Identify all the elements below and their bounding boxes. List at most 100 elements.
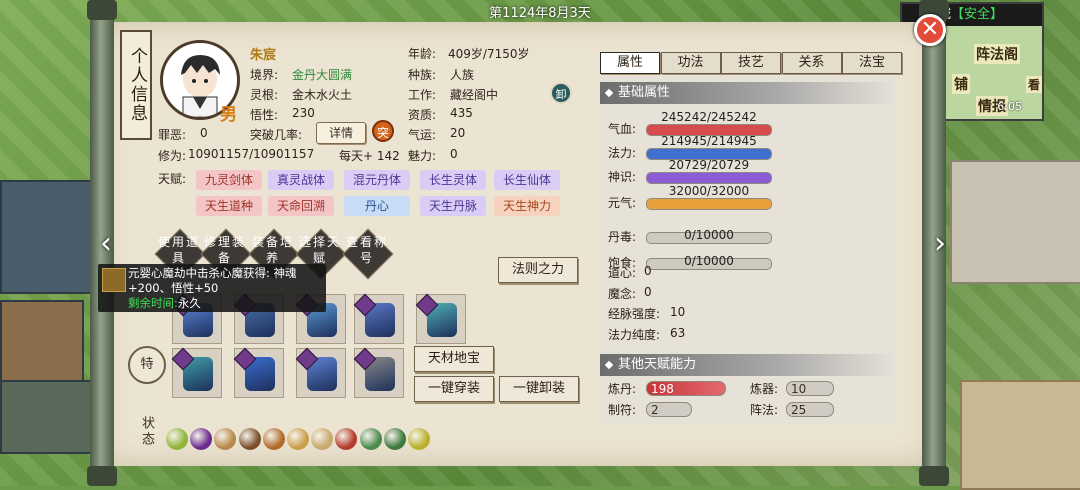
talent-tag[interactable]: 真灵战体 xyxy=(268,170,334,190)
talent-tag[interactable]: 丹心 xyxy=(344,196,410,216)
luck-value: 20 xyxy=(450,126,466,140)
cultivation-value: 10901157/10901157 xyxy=(188,147,315,161)
stat-label: 神识: xyxy=(608,170,637,184)
job-label: 工作: xyxy=(408,88,437,102)
stat-value: 214945/214945 xyxy=(661,134,757,148)
details-button[interactable]: 详情 xyxy=(316,122,366,144)
alchemy-value: 198 xyxy=(646,381,726,396)
aptitude-label: 资质: xyxy=(408,108,437,122)
tooltip-line-2: +200、悟性+50 xyxy=(128,281,219,295)
stat-value: 0/10000 xyxy=(684,228,734,242)
special-slot[interactable]: 特 xyxy=(128,346,166,384)
stat-value: 0/10000 xyxy=(684,254,734,268)
equipment-slot[interactable] xyxy=(233,347,284,398)
tooltip-line-1: 元婴心魔劫中击杀心魔获得: 神魂 xyxy=(128,266,297,280)
status-effect-icon[interactable] xyxy=(287,428,309,450)
scroll-roller-right: › xyxy=(919,0,949,486)
stat-label: 丹毒: xyxy=(608,230,637,244)
stat-bar-fill xyxy=(647,199,771,209)
tab-2[interactable]: 技艺 xyxy=(721,52,781,74)
building-wall xyxy=(0,300,84,384)
talent-tag[interactable]: 天生丹脉 xyxy=(420,196,486,216)
minimap-label: 铺 xyxy=(952,74,970,94)
tab-1[interactable]: 功法 xyxy=(660,52,721,74)
aptitude-value: 435 xyxy=(450,106,473,120)
realm-label: 境界: xyxy=(250,68,279,82)
talent-tag[interactable]: 天生道种 xyxy=(196,196,262,216)
status-effect-icon[interactable] xyxy=(166,428,188,450)
game-date: 第1124年8月3天 xyxy=(489,6,591,21)
equip-all-button[interactable]: 一键穿装 xyxy=(414,376,494,402)
talent-tag[interactable]: 长生仙体 xyxy=(494,170,560,190)
stat-bar xyxy=(646,172,772,184)
personal-info-tab[interactable]: 个人信息 xyxy=(120,30,152,140)
comprehension-label: 悟性: xyxy=(250,108,279,122)
equipment-slot[interactable] xyxy=(353,347,404,398)
tab-0[interactable]: 属性 xyxy=(600,52,660,74)
sin-value: 0 xyxy=(200,126,208,140)
talisman-value: 2 xyxy=(646,402,692,417)
talent-tag[interactable]: 长生灵体 xyxy=(420,170,486,190)
breakthrough-label: 突破几率: xyxy=(250,128,303,142)
attribute-panel: 基础属性 气血: 245242/245242 法力: 214945/214945 神识:… xyxy=(600,76,896,424)
formation-value: 25 xyxy=(786,402,834,417)
tooltip-time-label: 剩余时间: xyxy=(128,296,178,310)
status-effect-icon[interactable] xyxy=(408,428,430,450)
minimap-time: 6:05 xyxy=(997,100,1022,113)
building-roof xyxy=(0,180,99,294)
action-button[interactable]: 查看称号 xyxy=(342,228,394,280)
unassign-job-icon[interactable]: 卸 xyxy=(550,82,572,104)
stat-value: 0 xyxy=(644,264,652,278)
minimap-label: 阵法阁 xyxy=(974,44,1020,64)
sin-label: 罪恶: xyxy=(158,128,187,142)
tooltip-time-value: 永久 xyxy=(177,296,201,310)
treasure-button[interactable]: 天材地宝 xyxy=(414,346,494,372)
stat-value: 20729/20729 xyxy=(668,158,750,172)
special-slot-label: 特 xyxy=(140,357,154,372)
stat-value: 63 xyxy=(670,325,686,340)
formation-label: 阵法: xyxy=(750,403,779,417)
tab-3[interactable]: 关系 xyxy=(781,52,842,74)
other-abilities-header: 其他天赋能力 xyxy=(600,354,896,376)
next-arrow-icon[interactable]: › xyxy=(928,222,952,266)
equipment-slot[interactable] xyxy=(415,293,466,344)
status-effect-icon[interactable] xyxy=(262,428,285,450)
status-effect-icon[interactable] xyxy=(359,428,382,450)
breakthrough-icon[interactable]: 突 xyxy=(372,120,394,142)
tab-4[interactable]: 法宝 xyxy=(842,52,902,74)
basic-attributes-header: 基础属性 xyxy=(600,82,896,104)
character-name: 朱宸 xyxy=(250,48,277,63)
talent-tag[interactable]: 天生神力 xyxy=(494,196,560,216)
gender-label: 男 xyxy=(220,105,237,125)
equipment-slot[interactable] xyxy=(353,293,404,344)
unequip-all-button[interactable]: 一键卸装 xyxy=(499,376,579,402)
stat-value: 0 xyxy=(644,284,652,299)
realm-value: 金丹大圆满 xyxy=(292,68,353,82)
action-label: 修理装备 xyxy=(203,235,246,265)
law-power-button[interactable]: 法则之力 xyxy=(498,257,578,283)
talent-label: 天赋: xyxy=(158,172,187,186)
charm-label: 魅力: xyxy=(408,149,437,163)
prev-arrow-icon[interactable]: ‹ xyxy=(94,222,118,266)
close-button[interactable]: ✕ xyxy=(914,14,946,46)
status-effect-icon[interactable] xyxy=(383,428,406,450)
talent-tag[interactable]: 混元丹体 xyxy=(344,170,410,190)
building-wall xyxy=(0,380,99,454)
job-value: 藏经阁中 xyxy=(450,88,499,102)
cultivation-label: 修为: xyxy=(158,149,187,163)
talent-tag[interactable]: 天命回溯 xyxy=(268,196,334,216)
stat-value: 32000/32000 xyxy=(668,184,750,198)
age-label: 年龄: xyxy=(408,47,437,61)
buff-tooltip: 元婴心魔劫中击杀心魔获得: 神魂 +200、悟性+50 剩余时间:永久 xyxy=(98,264,326,312)
minimap-label: 看 xyxy=(1026,76,1042,93)
alchemy-label: 炼丹: xyxy=(608,382,637,396)
equipment-slot[interactable] xyxy=(171,347,222,398)
action-label: 使用道具 xyxy=(157,235,200,265)
luck-label: 气运: xyxy=(408,128,437,142)
talent-tag[interactable]: 九灵剑体 xyxy=(196,170,262,190)
daily-gain: 每天+ 142 xyxy=(339,149,400,163)
status-effect-icon[interactable] xyxy=(238,428,261,450)
race-value: 人族 xyxy=(450,68,475,82)
equipment-slot[interactable] xyxy=(295,347,346,398)
stat-label: 道心: xyxy=(608,266,637,280)
